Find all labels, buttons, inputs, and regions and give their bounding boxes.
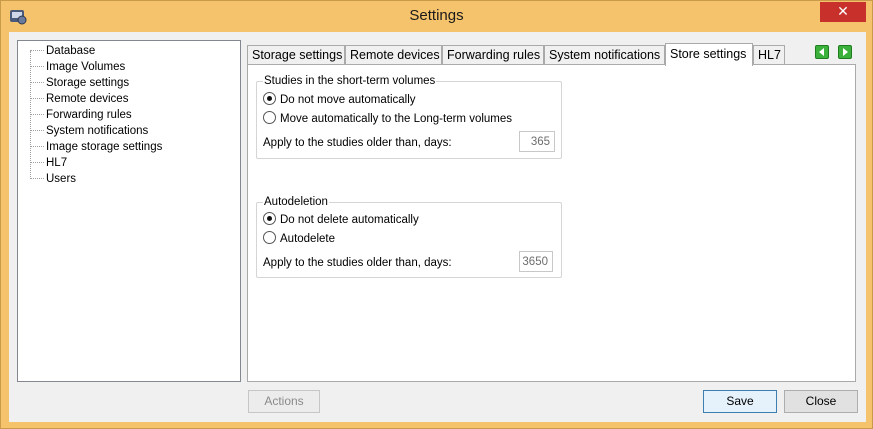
tab-hl7[interactable]: HL7 xyxy=(753,45,785,65)
tab-forwarding-rules[interactable]: Forwarding rules xyxy=(442,45,544,65)
window-title: Settings xyxy=(409,7,464,24)
tree-item-image-volumes[interactable]: Image Volumes xyxy=(18,59,125,75)
close-button[interactable]: Close xyxy=(784,390,858,413)
actions-button[interactable]: Actions xyxy=(248,390,320,413)
radio-unselected-icon xyxy=(263,111,276,124)
tab-scroll-left-icon[interactable] xyxy=(815,45,829,59)
tree-item-storage-settings[interactable]: Storage settings xyxy=(18,75,129,91)
tab-scroll-right-icon[interactable] xyxy=(838,45,852,59)
autodeletion-days-label: Apply to the studies older than, days: xyxy=(263,257,452,269)
tab-system-notifications[interactable]: System notifications xyxy=(544,45,665,65)
title-bar[interactable]: Settings ✕ xyxy=(1,1,872,32)
tab-storage-settings[interactable]: Storage settings xyxy=(247,45,345,65)
radio-selected-icon xyxy=(263,92,276,105)
client-area: Database Image Volumes Storage settings … xyxy=(9,32,866,422)
tree-item-remote-devices[interactable]: Remote devices xyxy=(18,91,128,107)
tree-item-users[interactable]: Users xyxy=(18,171,76,187)
tab-remote-devices[interactable]: Remote devices xyxy=(345,45,442,65)
radio-autodelete[interactable]: Autodelete xyxy=(263,231,335,247)
radio-unselected-icon xyxy=(263,231,276,244)
autodeletion-title: Autodeletion xyxy=(263,195,329,209)
autodeletion-days-input[interactable]: 3650 xyxy=(519,251,553,272)
radio-selected-icon xyxy=(263,212,276,225)
tree-item-hl7[interactable]: HL7 xyxy=(18,155,67,171)
store-settings-panel: Studies in the short-term volumes Do not… xyxy=(247,64,856,382)
short-term-title: Studies in the short-term volumes xyxy=(263,74,437,88)
short-term-days-input[interactable]: 365 xyxy=(519,131,555,152)
settings-window: Settings ✕ Database Image Volumes Storag… xyxy=(0,0,873,429)
short-term-days-label: Apply to the studies older than, days: xyxy=(263,137,452,149)
window-close-button[interactable]: ✕ xyxy=(820,2,866,22)
save-button[interactable]: Save xyxy=(703,390,777,413)
settings-tree[interactable]: Database Image Volumes Storage settings … xyxy=(17,40,241,382)
tree-item-database[interactable]: Database xyxy=(18,43,95,59)
short-term-group: Studies in the short-term volumes Do not… xyxy=(256,74,562,159)
tree-item-system-notifications[interactable]: System notifications xyxy=(18,123,148,139)
radio-do-not-move[interactable]: Do not move automatically xyxy=(263,92,416,108)
tree-item-forwarding-rules[interactable]: Forwarding rules xyxy=(18,107,132,123)
tab-store-settings[interactable]: Store settings xyxy=(665,43,753,66)
tree-item-image-storage-settings[interactable]: Image storage settings xyxy=(18,139,162,155)
radio-move-long-term[interactable]: Move automatically to the Long-term volu… xyxy=(263,111,512,127)
autodeletion-group: Autodeletion Do not delete automatically… xyxy=(256,195,562,278)
radio-do-not-delete[interactable]: Do not delete automatically xyxy=(263,212,419,228)
